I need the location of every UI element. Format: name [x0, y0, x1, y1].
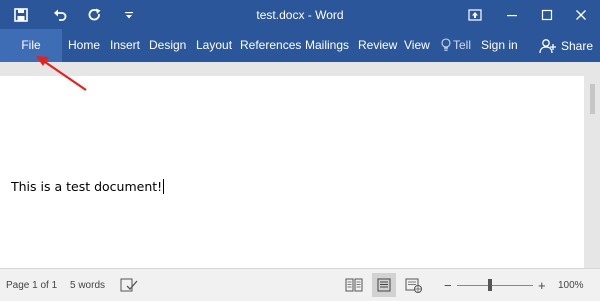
tab-mailings[interactable]: Mailings — [305, 29, 349, 62]
minimize-icon[interactable] — [496, 0, 528, 29]
tab-review[interactable]: Review — [358, 29, 397, 62]
document-text-content: This is a test document! — [11, 179, 163, 194]
text-cursor — [163, 179, 165, 194]
tab-home[interactable]: Home — [68, 29, 100, 62]
title-bar: test.docx - Word — [0, 0, 600, 29]
tab-layout[interactable]: Layout — [196, 29, 232, 62]
maximize-icon[interactable] — [531, 0, 563, 29]
document-text[interactable]: This is a test document! — [11, 179, 165, 194]
tab-file[interactable]: File — [0, 29, 62, 62]
print-layout-icon — [377, 278, 391, 292]
zoom-slider-thumb[interactable] — [488, 279, 492, 291]
zoom-in-button[interactable]: + — [538, 269, 546, 301]
zoom-level[interactable]: 100% — [558, 269, 584, 301]
ribbon-display-options-icon[interactable] — [459, 0, 491, 29]
zoom-out-button[interactable]: − — [444, 269, 452, 301]
zoom-slider[interactable] — [457, 285, 533, 286]
document-area: This is a test document! — [0, 62, 600, 268]
person-add-icon — [539, 38, 556, 53]
tab-view[interactable]: View — [404, 29, 430, 62]
lightbulb-icon[interactable] — [441, 38, 451, 53]
word-count[interactable]: 5 words — [70, 269, 105, 301]
close-icon[interactable] — [565, 0, 597, 29]
share-label: Share — [561, 38, 594, 53]
tab-insert[interactable]: Insert — [110, 29, 140, 62]
page-count[interactable]: Page 1 of 1 — [6, 269, 57, 301]
tell-me-box[interactable]: Tell — [453, 29, 471, 62]
sign-in-link[interactable]: Sign in — [481, 29, 518, 62]
print-layout-button[interactable] — [372, 273, 396, 297]
proofing-icon[interactable] — [120, 278, 138, 292]
read-mode-icon[interactable] — [345, 278, 363, 292]
tab-design[interactable]: Design — [149, 29, 186, 62]
document-page[interactable]: This is a test document! — [0, 76, 584, 268]
share-button[interactable]: Share — [532, 29, 600, 62]
ribbon-tab-bar: File Home Insert Design Layout Reference… — [0, 29, 600, 62]
vertical-scrollbar-thumb[interactable] — [590, 84, 595, 114]
status-bar: Page 1 of 1 5 words − + 100% — [0, 268, 600, 301]
tab-references[interactable]: References — [240, 29, 301, 62]
web-layout-icon[interactable] — [405, 278, 423, 293]
